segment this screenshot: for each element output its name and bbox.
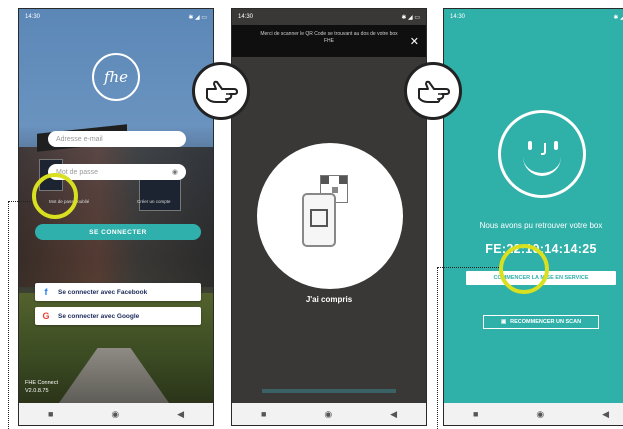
android-nav-bar: ■ ◉ ◀ <box>444 403 623 425</box>
dotted-connector <box>437 267 438 429</box>
smartphone-icon <box>302 193 336 247</box>
status-icons: ✱ ◢ ▭ <box>188 14 207 21</box>
email-placeholder: Adresse e-mail <box>56 135 103 143</box>
android-nav-bar: ■ ◉ ◀ <box>232 403 426 425</box>
status-icons: ✱ ◢ ▭ <box>613 14 623 21</box>
connect-button[interactable]: SE CONNECTER <box>35 224 201 240</box>
fhe-logo: fhe <box>92 53 140 101</box>
face-mouth <box>523 157 561 176</box>
back-icon[interactable]: ◀ <box>602 409 609 420</box>
recents-icon[interactable]: ■ <box>48 409 53 419</box>
scan-instructions: Merci de scanner le QR Code se trouvant … <box>232 25 426 57</box>
status-bar: 14:30 ✱ ◢ ▭ <box>232 9 426 25</box>
recents-icon[interactable]: ■ <box>261 409 266 419</box>
facebook-login-button[interactable]: f Se connecter avec Facebook <box>35 283 201 301</box>
home-icon[interactable]: ◉ <box>324 409 332 420</box>
close-icon[interactable]: ✕ <box>410 35 419 48</box>
qr-scan-screen: 14:30 ✱ ◢ ▭ Merci de scanner le QR Code … <box>231 8 427 426</box>
dotted-connector <box>8 201 9 429</box>
highlight-ring <box>32 173 78 219</box>
facebook-icon: f <box>44 287 48 297</box>
app-name: FHE Connect <box>25 380 59 386</box>
version-info: FHE Connect V2.0.8.75 <box>25 379 58 395</box>
create-account-link[interactable]: Créer un compte <box>137 199 171 204</box>
recents-icon[interactable]: ■ <box>473 409 478 419</box>
smiley-face-icon <box>498 110 586 198</box>
faint-link <box>262 389 396 393</box>
status-time: 14:30 <box>450 14 466 20</box>
google-label: Se connecter avec Google <box>58 312 140 320</box>
eye-icon[interactable]: ◉ <box>172 168 178 176</box>
status-time: 14:30 <box>238 14 254 20</box>
qr-frame-icon <box>310 209 328 227</box>
tap-hand-icon <box>192 62 250 120</box>
android-nav-bar: ■ ◉ ◀ <box>19 403 213 425</box>
status-time: 14:30 <box>25 14 41 20</box>
home-icon[interactable]: ◉ <box>536 409 544 420</box>
google-login-button[interactable]: G Se connecter avec Google <box>35 307 201 325</box>
back-icon[interactable]: ◀ <box>390 409 397 420</box>
face-eye <box>554 141 558 150</box>
camera-icon: ▣ <box>500 319 507 325</box>
facebook-label: Se connecter avec Facebook <box>58 288 148 296</box>
tap-hand-icon <box>404 62 462 120</box>
home-icon[interactable]: ◉ <box>111 409 119 420</box>
highlight-ring <box>499 244 549 294</box>
email-field[interactable]: Adresse e-mail <box>48 131 186 147</box>
understood-button[interactable]: J'ai compris <box>232 295 426 304</box>
face-nose <box>541 143 546 155</box>
status-bar: 14:30 ✱ ◢ ▭ <box>19 9 213 25</box>
found-message: Nous avons pu retrouver votre box <box>479 221 603 230</box>
rescan-button[interactable]: ▣ RECOMMENCER UN SCAN <box>483 315 599 329</box>
status-icons: ✱ ◢ ▭ <box>401 14 420 21</box>
google-icon: G <box>42 311 50 321</box>
box-found-screen: 14:30 ✱ ◢ ▭ Nous avons pu retrouver votr… <box>443 8 623 426</box>
rescan-label: RECOMMENCER UN SCAN <box>510 319 582 325</box>
face-eye <box>528 141 532 150</box>
status-bar: 14:30 ✱ ◢ ▭ <box>444 9 623 25</box>
dotted-connector <box>437 267 503 268</box>
back-icon[interactable]: ◀ <box>177 409 184 420</box>
app-version: V2.0.8.75 <box>25 388 49 394</box>
